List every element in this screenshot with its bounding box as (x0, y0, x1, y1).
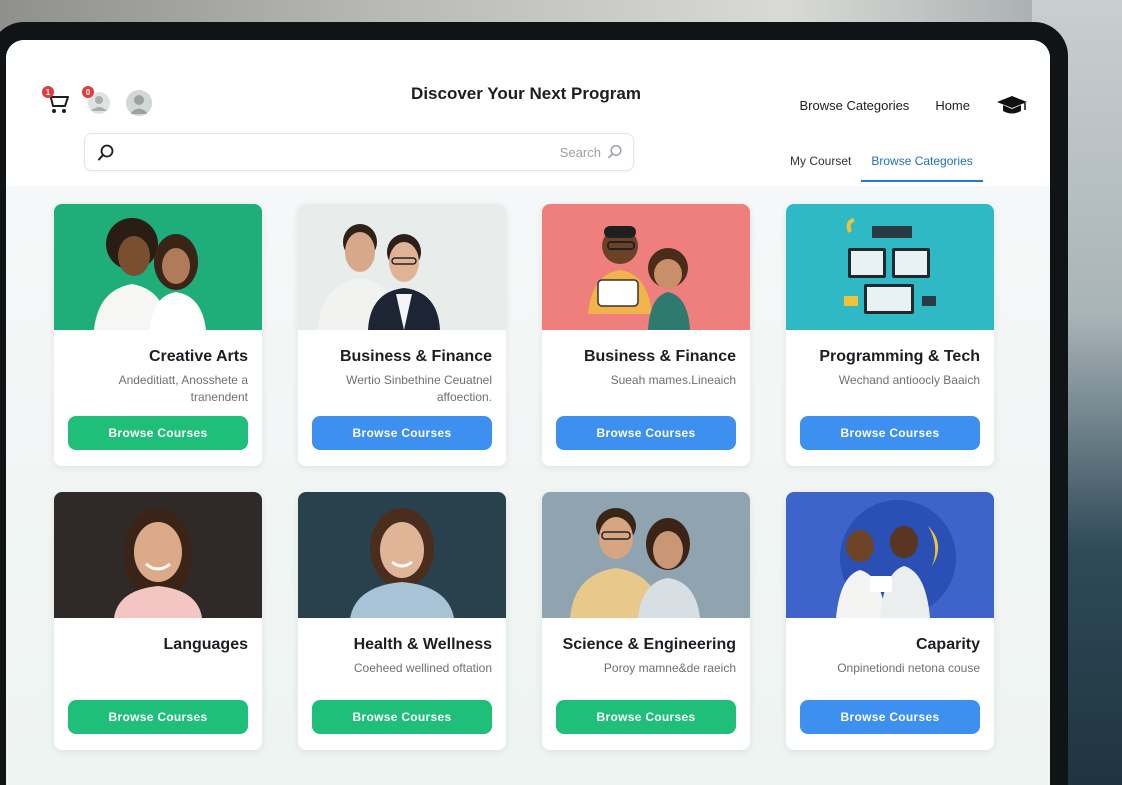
card-description: Wechand antioocly Baaich (838, 373, 980, 387)
search-placeholder-wrap: Search (560, 144, 623, 160)
avatar-icon (126, 90, 152, 116)
top-nav: Browse Categories Home (799, 94, 1028, 116)
card-image (786, 204, 994, 330)
computer-setup-icon (786, 204, 994, 330)
card-description: Sueah mames.Lineaich (610, 373, 736, 387)
browse-courses-button[interactable]: Browse Courses (312, 700, 492, 734)
card-title: Business & Finance (583, 348, 736, 365)
card-description: Onpinetiondi netona couse (837, 661, 980, 675)
category-card[interactable]: Programming & Tech Wechand antioocly Baa… (786, 204, 994, 466)
tab-my-courses[interactable]: My Courset (780, 144, 861, 182)
card-title: Business & Finance (339, 348, 492, 365)
category-card[interactable]: Health & Wellness Coeheed wellined oftat… (298, 492, 506, 750)
card-title: Programming & Tech (819, 348, 980, 365)
profile-avatar[interactable] (126, 90, 152, 116)
browse-courses-button[interactable]: Browse Courses (312, 416, 492, 450)
search-placeholder: Search (559, 144, 601, 160)
card-title: Languages (163, 636, 248, 653)
card-image (542, 492, 750, 618)
search-icon-small (608, 144, 622, 159)
browse-courses-button[interactable]: Browse Courses (556, 700, 736, 734)
people-photo-icon (542, 492, 750, 618)
nav-home[interactable]: Home (935, 98, 970, 113)
card-image (298, 204, 506, 330)
browse-courses-button[interactable]: Browse Courses (800, 416, 980, 450)
tab-browse-categories[interactable]: Browse Categories (861, 144, 983, 182)
nav-browse-categories[interactable]: Browse Categories (799, 98, 909, 113)
people-photo-icon (298, 204, 506, 330)
card-title: Science & Engineering (562, 636, 736, 653)
browse-courses-button[interactable]: Browse Courses (68, 700, 248, 734)
cart-button[interactable]: 1 (42, 86, 72, 118)
app-screen: 1 0 Discover Your Next Program Browse Ca… (6, 40, 1050, 785)
card-title: Caparity (915, 636, 980, 653)
card-image (786, 492, 994, 618)
browse-courses-button[interactable]: Browse Courses (68, 416, 248, 450)
category-card[interactable]: Languages Browse Courses (54, 492, 262, 750)
graduation-cap-icon[interactable] (996, 94, 1028, 116)
card-image (542, 204, 750, 330)
tab-bar: My Courset Browse Categories (780, 144, 983, 182)
people-photo-icon (786, 492, 994, 618)
person-photo-icon (54, 492, 262, 618)
card-title: Health & Wellness (353, 636, 492, 653)
person-photo-icon (298, 492, 506, 618)
top-bar: 1 0 Discover Your Next Program Browse Ca… (6, 40, 1050, 186)
notification-badge: 0 (82, 86, 94, 98)
notifications-button[interactable]: 0 (82, 86, 112, 116)
category-grid: Creative Arts Andeditiatt, Anosshete a t… (6, 186, 1050, 785)
cart-badge: 1 (42, 86, 54, 98)
search-field[interactable]: Search (84, 133, 634, 171)
card-title: Creative Arts (148, 348, 248, 365)
category-card[interactable]: Caparity Onpinetiondi netona couse Brows… (786, 492, 994, 750)
category-card[interactable]: Business & Finance Wertio Sinbethine Ceu… (298, 204, 506, 466)
browse-courses-button[interactable]: Browse Courses (556, 416, 736, 450)
category-card[interactable]: Science & Engineering Poroy mamne&de rae… (542, 492, 750, 750)
page-title: Discover Your Next Program (411, 84, 641, 103)
category-card[interactable]: Business & Finance Sueah mames.Lineaich … (542, 204, 750, 466)
cartoon-people-icon (542, 204, 750, 330)
card-description: Andeditiatt, Anosshete a tranendent (118, 373, 248, 404)
browse-courses-button[interactable]: Browse Courses (800, 700, 980, 734)
card-image (298, 492, 506, 618)
category-card[interactable]: Creative Arts Andeditiatt, Anosshete a t… (54, 204, 262, 466)
people-photo-icon (54, 204, 262, 330)
card-image (54, 492, 262, 618)
search-icon[interactable] (97, 144, 115, 162)
card-description: Coeheed wellined oftation (353, 661, 492, 675)
card-description: Wertio Sinbethine Ceuatnel affoection. (346, 373, 492, 404)
card-description: Poroy mamne&de raeich (603, 661, 736, 675)
card-image (54, 204, 262, 330)
